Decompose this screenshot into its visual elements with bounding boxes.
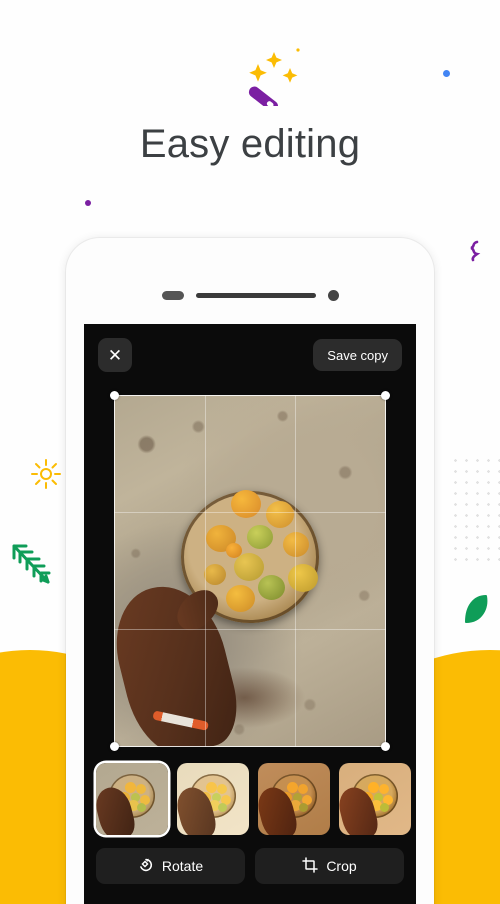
magic-wand-icon: [232, 42, 312, 112]
proximity-sensor-icon: [161, 290, 184, 300]
fruit: [225, 542, 242, 558]
crop-button[interactable]: Crop: [255, 848, 404, 884]
close-icon: ✕: [107, 345, 123, 365]
crop-handle-bottom-right[interactable]: [381, 742, 390, 751]
editor-topbar: ✕ Save copy: [84, 324, 416, 386]
crop-frame[interactable]: [110, 391, 390, 751]
crop-handle-bottom-left[interactable]: [110, 742, 119, 751]
leaf-icon: [462, 594, 492, 631]
rotate-button[interactable]: Rotate: [96, 848, 245, 884]
crop-icon: [302, 856, 319, 876]
fruit: [225, 585, 255, 613]
crop-handle-top-right[interactable]: [381, 391, 390, 400]
crop-handle-top-left[interactable]: [110, 391, 119, 400]
fruit: [203, 563, 226, 585]
filter-thumbnail-1[interactable]: [96, 763, 168, 835]
dot-purple: [85, 200, 91, 206]
photo-image: [114, 395, 386, 747]
bracelet-object: [152, 710, 209, 731]
close-button[interactable]: ✕: [98, 338, 132, 372]
promo-screen: Easy editing ✕ Save copy Rotate Crop: [0, 0, 500, 904]
filter-thumbnail-3[interactable]: [258, 763, 330, 835]
rotate-label: Rotate: [161, 858, 204, 874]
sun-icon: [30, 458, 62, 495]
fruit: [258, 574, 286, 600]
editor-action-bar: Rotate Crop: [84, 848, 416, 892]
crop-label: Crop: [326, 858, 357, 874]
fruit: [266, 500, 295, 528]
page-title: Easy editing: [139, 122, 361, 166]
filter-thumbnail-2[interactable]: [177, 763, 249, 835]
fruit: [230, 490, 261, 519]
save-copy-label: Save copy: [327, 347, 388, 363]
phone-bezel-hardware: [66, 288, 434, 302]
save-copy-button[interactable]: Save copy: [313, 339, 402, 371]
filter-thumbnail-4[interactable]: [339, 763, 411, 835]
filter-filmstrip[interactable]: [84, 756, 416, 842]
fern-leaf-icon: [10, 540, 56, 593]
dot-blue: [443, 70, 450, 77]
photo-editing-area: [84, 386, 416, 756]
front-camera-icon: [327, 289, 339, 301]
phone-screen: ✕ Save copy Rotate Crop: [84, 324, 416, 904]
phone-mockup: ✕ Save copy Rotate Crop: [66, 238, 434, 904]
squiggle-icon: [466, 240, 482, 267]
fruit: [288, 563, 319, 592]
fruit: [282, 532, 309, 558]
fruit: [233, 553, 264, 582]
earpiece-speaker-icon: [195, 292, 316, 298]
dot-grid-pattern: [450, 455, 500, 565]
rotate-icon: [138, 857, 154, 876]
